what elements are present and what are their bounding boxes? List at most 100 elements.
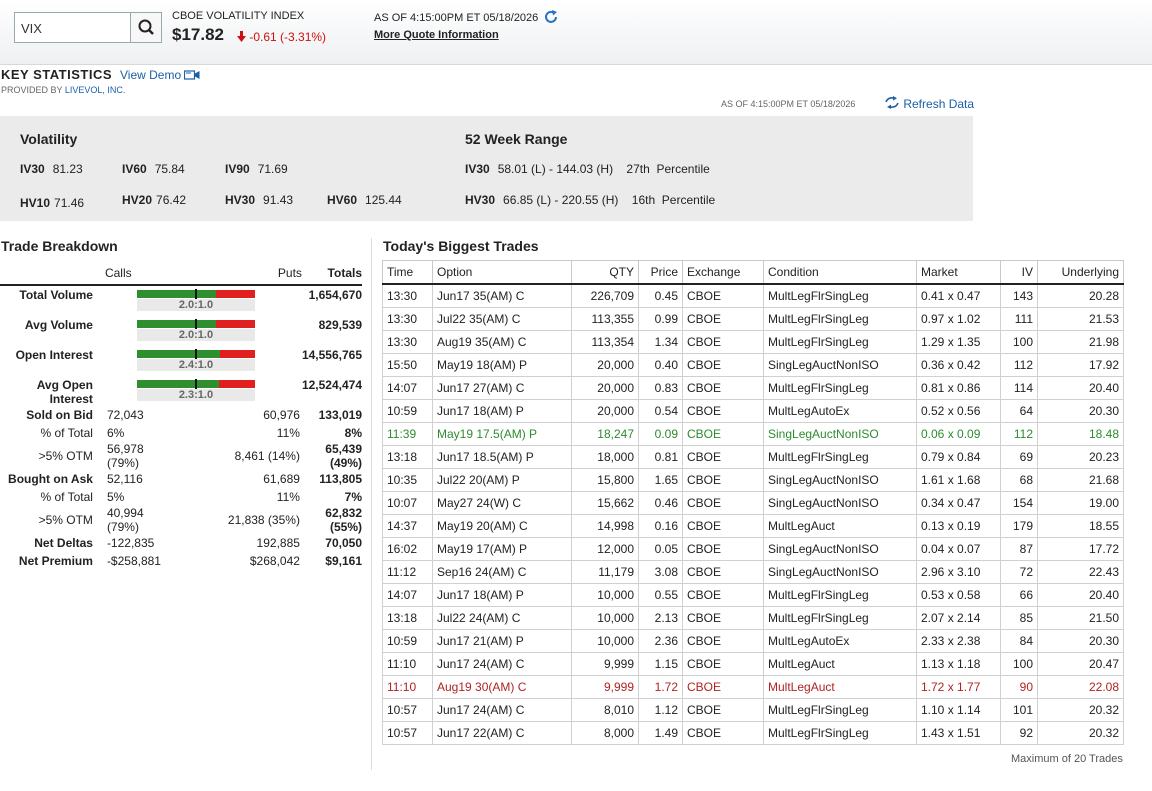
search-icon [138, 19, 154, 35]
trade-time: 10:35 [382, 468, 433, 492]
trade-time: 10:59 [382, 629, 433, 653]
stats-asof: AS OF 4:15:00PM ET 05/18/2026 [721, 99, 856, 109]
tb-row-label: Net Deltas [34, 536, 93, 550]
provider-credit: PROVIDED BY LIVEVOL, INC. [1, 85, 125, 95]
trade-row[interactable]: 14:07 Jun17 18(AM) P 10,000 0.55 CBOE MultLeg… [382, 583, 1124, 607]
trade-row[interactable]: 15:50 May19 18(AM) P 20,000 0.40 CBOE SingLeg… [382, 353, 1124, 377]
trade-option: Jun17 22(AM) C [432, 721, 572, 745]
trade-breakdown-title: Trade Breakdown [1, 238, 118, 254]
trade-row[interactable]: 10:59 Jun17 18(AM) P 20,000 0.54 CBOE MultLeg… [382, 399, 1124, 423]
trade-qty: 15,800 [571, 468, 639, 492]
trade-condition: MultLegAuct [763, 675, 917, 699]
trade-row[interactable]: 13:30 Aug19 35(AM) C 113,354 1.34 CBOE MultLe… [382, 330, 1124, 354]
trade-market: 0.79 x 0.84 [916, 445, 1001, 469]
col-qty[interactable]: QTY [571, 260, 639, 285]
trade-time: 10:57 [382, 698, 433, 722]
trade-qty: 20,000 [571, 376, 639, 400]
symbol-input[interactable]: VIX [21, 21, 42, 36]
trade-row[interactable]: 10:59 Jun17 21(AM) P 10,000 2.36 CBOE MultLeg… [382, 629, 1124, 653]
col-iv[interactable]: IV [1000, 260, 1038, 285]
trade-option: Jun17 18(AM) P [432, 399, 572, 423]
ratio-midline [194, 379, 197, 389]
trade-market: 0.04 x 0.07 [916, 537, 1001, 561]
trade-row[interactable]: 10:57 Jun17 22(AM) C 8,000 1.49 CBOE MultLegF… [382, 721, 1124, 745]
quote-refresh-button[interactable] [543, 9, 559, 28]
trade-underlying: 20.30 [1037, 629, 1124, 653]
trade-price: 0.05 [638, 537, 683, 561]
call-put-ratio: 2.0:1.0 [136, 299, 255, 311]
trade-exchange: CBOE [682, 606, 764, 630]
trade-time: 10:57 [382, 721, 433, 745]
trade-underlying: 21.98 [1037, 330, 1124, 354]
puts-bar-fill [219, 380, 255, 388]
refresh-data-button[interactable]: Refresh Data [884, 96, 974, 111]
trade-row[interactable]: 14:07 Jun17 27(AM) C 20,000 0.83 CBOE MultLeg… [382, 376, 1124, 400]
provider-link[interactable]: LIVEVOL, INC. [65, 85, 126, 95]
trade-qty: 20,000 [571, 399, 639, 423]
trade-row[interactable]: 10:07 May27 24(W) C 15,662 0.46 CBOE SingLegA… [382, 491, 1124, 515]
puts-bar-fill [215, 320, 255, 328]
trade-row[interactable]: 11:10 Jun17 24(AM) C 9,999 1.15 CBOE MultLegA… [382, 652, 1124, 676]
search-button[interactable] [130, 13, 161, 42]
trade-iv: 143 [1000, 283, 1038, 308]
trade-time: 11:10 [382, 675, 433, 699]
trade-price: 1.49 [638, 721, 683, 745]
col-underlying[interactable]: Underlying [1037, 260, 1124, 285]
trade-iv: 112 [1000, 422, 1038, 446]
trade-iv: 87 [1000, 537, 1038, 561]
puts-bar-fill [220, 350, 255, 358]
trade-iv: 85 [1000, 606, 1038, 630]
trade-condition: SingLegAuctNonISO [763, 422, 917, 446]
trade-iv: 179 [1000, 514, 1038, 538]
trade-option: Jun17 24(AM) C [432, 698, 572, 722]
col-exchange[interactable]: Exchange [682, 260, 764, 285]
trade-row[interactable]: 13:18 Jun17 18.5(AM) P 18,000 0.81 CBOE MultL… [382, 445, 1124, 469]
trade-row[interactable]: 11:10 Aug19 30(AM) C 9,999 1.72 CBOE MultLegA… [382, 675, 1124, 699]
trade-row[interactable]: 13:30 Jun17 35(AM) C 226,709 0.45 CBOE MultLe… [382, 283, 1124, 308]
trade-option: Jun17 24(AM) C [432, 652, 572, 676]
col-option[interactable]: Option [432, 260, 572, 285]
call-put-ratio-bar [136, 319, 255, 329]
trade-exchange: CBOE [682, 283, 764, 308]
trade-row[interactable]: 13:30 Jul22 35(AM) C 113,355 0.99 CBOE MultLe… [382, 307, 1124, 331]
trade-row[interactable]: 13:18 Jul22 24(AM) C 10,000 2.13 CBOE MultLeg… [382, 606, 1124, 630]
refresh-icon [545, 10, 557, 23]
trade-price: 1.34 [638, 330, 683, 354]
trade-exchange: CBOE [682, 376, 764, 400]
trade-price: 0.16 [638, 514, 683, 538]
tb-header-blank [0, 262, 105, 286]
tb-row-label: >5% OTM [38, 513, 93, 527]
tb-row-puts: 192,885 [256, 536, 300, 550]
trade-exchange: CBOE [682, 514, 764, 538]
view-demo-link[interactable]: View Demo [120, 68, 200, 82]
trade-underlying: 22.43 [1037, 560, 1124, 584]
trade-row[interactable]: 16:02 May19 17(AM) P 12,000 0.05 CBOE SingLeg… [382, 537, 1124, 561]
column-divider [371, 238, 372, 770]
tb-row-calls: 72,043 [106, 408, 144, 422]
tb-row-calls: 52,116 [106, 472, 143, 486]
trade-option: Jun17 21(AM) P [432, 629, 572, 653]
col-price[interactable]: Price [638, 260, 683, 285]
trade-qty: 14,998 [571, 514, 639, 538]
vol-hv30: HV30 91.43 [225, 193, 294, 207]
call-put-ratio-bar [136, 289, 255, 299]
trade-row[interactable]: 10:35 Jul22 20(AM) P 15,800 1.65 CBOE SingLeg… [382, 468, 1124, 492]
col-condition[interactable]: Condition [763, 260, 917, 285]
quote-name: CBOE VOLATILITY INDEX [172, 10, 305, 22]
tb-row-label: % of Total [40, 426, 93, 440]
trade-time: 11:39 [382, 422, 433, 446]
tb-ratio-row: Avg Volume 2.0:1.0 829,539 [0, 316, 362, 346]
tb-ratio-row: Total Volume 2.0:1.0 1,654,670 [0, 285, 362, 316]
col-time[interactable]: Time [382, 260, 433, 285]
trade-qty: 113,354 [571, 330, 639, 354]
trade-row[interactable]: 14:37 May19 20(AM) C 14,998 0.16 CBOE MultLeg… [382, 514, 1124, 538]
trade-time: 13:30 [382, 330, 433, 354]
trade-qty: 10,000 [571, 629, 639, 653]
trade-row[interactable]: 11:12 Sep16 24(AM) C 11,179 3.08 CBOE SingLeg… [382, 560, 1124, 584]
trade-row[interactable]: 11:39 May19 17.5(AM) P 18,247 0.09 CBOE SingL… [382, 422, 1124, 446]
video-camera-icon [184, 70, 200, 80]
trade-row[interactable]: 10:57 Jun17 24(AM) C 8,010 1.12 CBOE MultLegF… [382, 698, 1124, 722]
more-quote-link[interactable]: More Quote Information [374, 29, 499, 41]
col-market[interactable]: Market [916, 260, 1001, 285]
trade-time: 10:07 [382, 491, 433, 515]
